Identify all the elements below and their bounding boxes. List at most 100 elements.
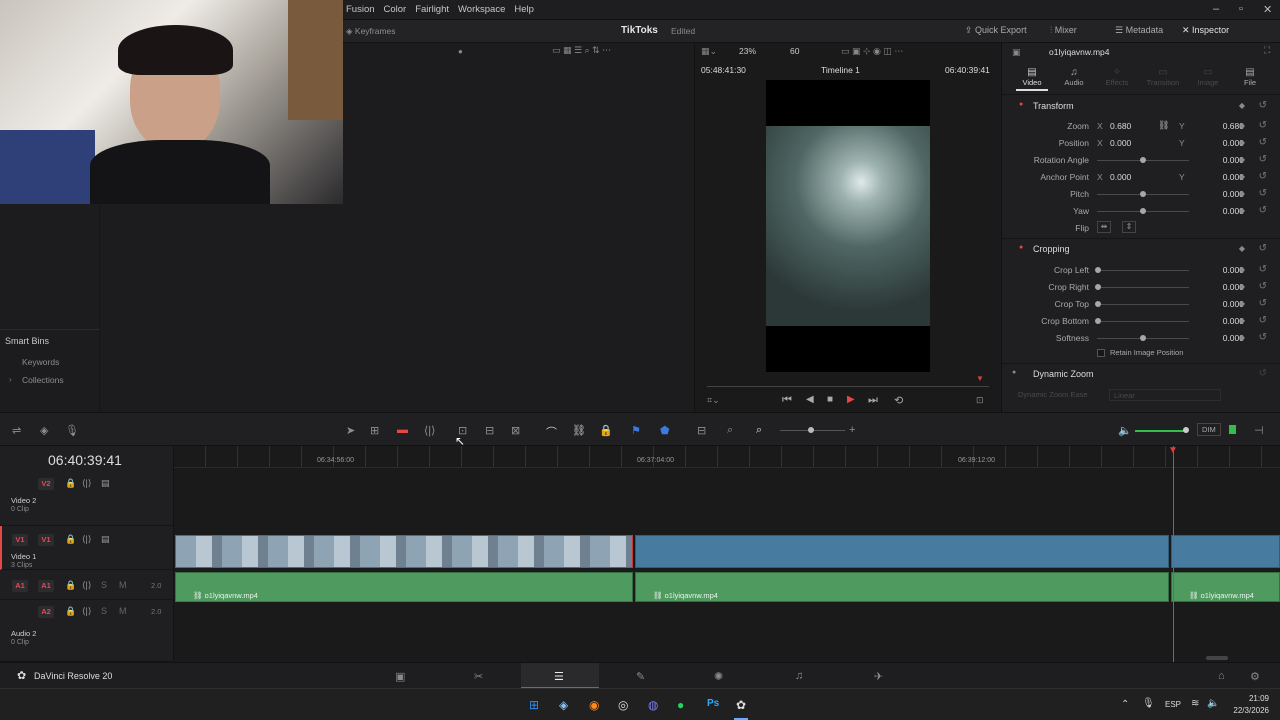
safe-area-icon[interactable]: ⌗⌄ — [707, 395, 720, 406]
track-badge[interactable]: A1 — [38, 580, 54, 592]
color-page-icon[interactable]: ✺ — [714, 670, 723, 683]
maximize-icon[interactable]: ▫ — [1239, 3, 1243, 15]
viewer-options-icons[interactable]: ▭ ▣ ⊹ ◉ ◫ ⋯ — [841, 46, 903, 57]
keyframe-icon[interactable]: ◆ — [1239, 265, 1245, 274]
tab-effects[interactable]: ✧ Effects — [1100, 67, 1134, 87]
lock-icon[interactable]: 🔒 — [65, 534, 76, 545]
yaw-slider[interactable] — [1097, 208, 1189, 214]
loop-icon[interactable]: ⟲ — [894, 394, 903, 407]
video-clip[interactable] — [635, 535, 1169, 568]
linked-selection-icon[interactable]: ⛓ — [572, 424, 586, 437]
viewer-zoom[interactable]: 23% — [739, 46, 756, 56]
fusion-page-icon[interactable]: ✎ — [636, 670, 645, 683]
crop-bottom-slider[interactable] — [1095, 318, 1189, 324]
position-x-field[interactable]: 0.000 — [1110, 138, 1131, 148]
playhead[interactable] — [1173, 446, 1174, 662]
volume-slider[interactable] — [1135, 427, 1189, 433]
source-patch[interactable]: A1 — [12, 580, 28, 592]
skip-end-icon[interactable]: ⏭ — [868, 394, 878, 407]
crop-top-slider[interactable] — [1095, 301, 1189, 307]
link-icon[interactable]: ⛓ — [1158, 120, 1169, 131]
reset-icon[interactable]: ↺ — [1259, 137, 1267, 148]
skip-start-icon[interactable]: ⏮ — [782, 394, 792, 407]
enable-dot-icon[interactable]: ● — [1012, 369, 1016, 376]
slider-knob[interactable] — [1095, 267, 1101, 273]
mute-icon[interactable]: M — [119, 580, 127, 590]
flip-vertical-icon[interactable]: ⇕ — [1122, 221, 1136, 233]
marker-icon[interactable]: ⬟ — [660, 424, 670, 437]
reset-icon[interactable]: ↺ — [1259, 171, 1267, 182]
microphone-icon[interactable]: 🎙 — [1142, 698, 1155, 709]
zoom-custom-icon[interactable]: ⌕ — [756, 424, 762, 437]
slider-knob[interactable] — [1140, 157, 1146, 163]
ease-dropdown[interactable]: Linear — [1109, 389, 1221, 401]
slider-knob[interactable] — [1183, 427, 1189, 433]
keyframe-icon[interactable]: ◆ — [1239, 155, 1245, 164]
slider-knob[interactable] — [1140, 335, 1146, 341]
lock-icon[interactable]: 🔒 — [65, 580, 76, 591]
keyframe-icon[interactable]: ◆ — [1239, 121, 1245, 130]
keyframe-icon[interactable]: ◆ — [1239, 172, 1245, 181]
keyframe-icon[interactable]: ◆ — [1239, 282, 1245, 291]
media-page-icon[interactable]: ▣ — [395, 670, 405, 683]
softness-slider[interactable] — [1097, 335, 1189, 341]
auto-select-icon[interactable]: ⟨|⟩ — [82, 534, 91, 545]
tray-expand-icon[interactable]: ⌃ — [1121, 699, 1129, 710]
chevron-right-icon[interactable]: › — [9, 375, 12, 384]
keyframe-icon[interactable]: ◆ — [1239, 316, 1245, 325]
menu-color[interactable]: Color — [384, 4, 407, 15]
cut-page-icon[interactable]: ✂ — [474, 670, 483, 683]
fairlight-page-icon[interactable]: ♫ — [795, 670, 803, 682]
reset-icon[interactable]: ↺ — [1259, 281, 1267, 292]
slider-knob[interactable] — [1095, 284, 1101, 290]
enable-dot-icon[interactable]: ● — [1019, 101, 1023, 108]
reset-icon[interactable]: ↺ — [1259, 264, 1267, 275]
fullscreen-icon[interactable]: ⛶ — [1264, 45, 1270, 56]
track-visibility-icon[interactable]: ▤ — [101, 534, 110, 545]
clock-time[interactable]: 21:09 — [1229, 694, 1269, 703]
keyframe-icon[interactable]: ◆ — [1239, 101, 1245, 110]
snapping-icon[interactable]: ⌒ — [546, 424, 557, 440]
davinci-taskbar-icon[interactable]: ✿ — [736, 698, 746, 712]
horizontal-scrollbar[interactable] — [1206, 656, 1228, 660]
keywords-bin[interactable]: Keywords — [22, 357, 59, 367]
slider-knob[interactable] — [1140, 191, 1146, 197]
stop-icon[interactable]: ■ — [827, 394, 833, 405]
photoshop-icon[interactable]: Ps — [707, 698, 719, 709]
slider-knob[interactable] — [1140, 208, 1146, 214]
solo-icon[interactable]: S — [101, 606, 107, 616]
reset-icon[interactable]: ↺ — [1259, 205, 1267, 216]
replace-clip-icon[interactable]: ⊠ — [511, 424, 520, 437]
track-visibility-icon[interactable]: ▤ — [101, 478, 110, 489]
reset-icon[interactable]: ↺ — [1259, 188, 1267, 199]
zoom-detail-icon[interactable]: ⌕ — [727, 424, 733, 437]
volume-icon[interactable]: 🔈 — [1207, 698, 1219, 709]
zoom-full-icon[interactable]: ⊟ — [697, 424, 706, 437]
cropping-section-header[interactable]: ● Cropping ◆ ↺ — [1002, 241, 1280, 259]
video-clip[interactable] — [175, 535, 633, 568]
media-view-icons[interactable]: ▭ ▦ ☰ ⌕ ⇅ ⋯ — [552, 45, 611, 56]
panel-toggle-icon[interactable]: ⊣ — [1254, 424, 1264, 437]
wifi-icon[interactable]: ≋ — [1191, 698, 1199, 709]
reset-icon[interactable]: ↺ — [1259, 315, 1267, 326]
playhead-marker[interactable]: ▼ — [976, 374, 984, 383]
steam-icon[interactable]: ◈ — [559, 698, 568, 712]
chrome-icon[interactable]: ◎ — [618, 698, 628, 712]
keyframe-icon[interactable]: ◆ — [1239, 138, 1245, 147]
audio-clip[interactable]: ⛓ o1lyiqavnw.mp4 — [1171, 572, 1280, 602]
solo-icon[interactable]: S — [101, 580, 107, 590]
spotify-icon[interactable]: ● — [677, 698, 684, 712]
mixer-button[interactable]: ⫶ Mixer — [1050, 25, 1077, 36]
keyframe-icon[interactable]: ◆ — [1239, 206, 1245, 215]
position-lock-icon[interactable]: 🔒 — [599, 424, 613, 437]
minimize-icon[interactable]: – — [1213, 3, 1219, 15]
viewer-match-icon[interactable]: ⊡ — [976, 395, 984, 406]
auto-select-icon[interactable]: ⟨|⟩ — [82, 606, 91, 617]
mute-icon[interactable]: M — [119, 606, 127, 616]
menu-fairlight[interactable]: Fairlight — [415, 4, 449, 15]
keyframe-icon[interactable]: ◆ — [1239, 244, 1245, 253]
keyframe-icon[interactable]: ◆ — [1239, 189, 1245, 198]
tab-transition[interactable]: ▭ Transition — [1142, 67, 1184, 87]
slider-knob[interactable] — [1095, 301, 1101, 307]
reset-icon[interactable]: ↺ — [1259, 298, 1267, 309]
